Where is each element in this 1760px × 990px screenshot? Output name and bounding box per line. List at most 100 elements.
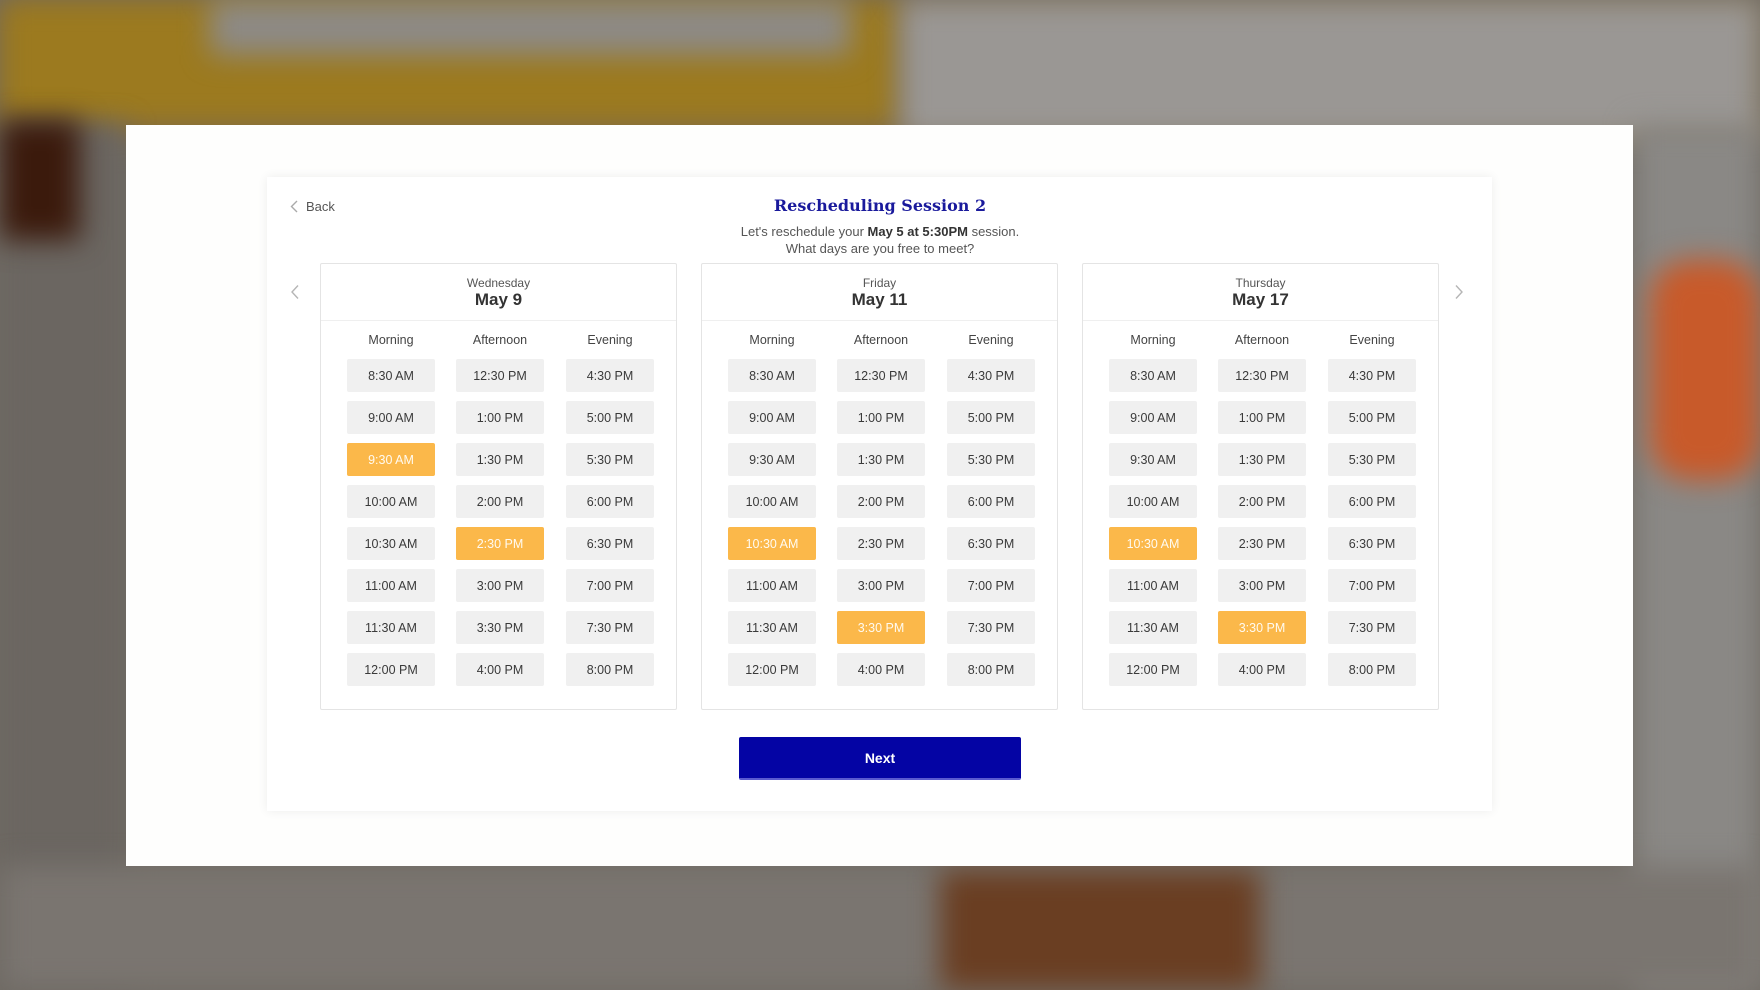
period-label-evening: Evening: [1349, 333, 1395, 347]
day-column: Thursday May 17 Morning Afternoon Evening 8:3…: [1082, 263, 1439, 710]
period-label-evening: Evening: [587, 333, 633, 347]
time-slot[interactable]: 12:00 PM: [1109, 653, 1197, 686]
time-slot[interactable]: 9:00 AM: [347, 401, 435, 434]
time-slot[interactable]: 2:00 PM: [1218, 485, 1306, 518]
time-slot[interactable]: 1:30 PM: [1218, 443, 1306, 476]
time-slot[interactable]: 12:30 PM: [837, 359, 925, 392]
time-slot[interactable]: 9:30 AM: [728, 443, 816, 476]
subtitle-prefix: Let's reschedule your: [740, 224, 868, 239]
time-slot[interactable]: 1:30 PM: [837, 443, 925, 476]
time-slot[interactable]: 9:30 AM: [1109, 443, 1197, 476]
subtitle-question: What days are you free to meet?: [785, 241, 975, 256]
time-slot[interactable]: 10:00 AM: [347, 485, 435, 518]
time-slot[interactable]: 3:00 PM: [456, 569, 544, 602]
date-label: May 17: [1232, 290, 1289, 309]
time-slot[interactable]: 10:00 AM: [1109, 485, 1197, 518]
time-slot-selected[interactable]: 3:30 PM: [1218, 611, 1306, 644]
time-slot[interactable]: 12:30 PM: [1218, 359, 1306, 392]
page-title: Rescheduling Session 2: [773, 196, 987, 215]
time-slot[interactable]: 5:30 PM: [1328, 443, 1416, 476]
time-slot[interactable]: 2:30 PM: [837, 527, 925, 560]
period-label-morning: Morning: [749, 333, 795, 347]
time-slot[interactable]: 6:00 PM: [1328, 485, 1416, 518]
day-column: Friday May 11 Morning Afternoon Evening 8:30 …: [701, 263, 1058, 710]
time-slot[interactable]: 7:30 PM: [1328, 611, 1416, 644]
time-slot[interactable]: 2:00 PM: [837, 485, 925, 518]
day-header: Friday May 11: [702, 264, 1057, 321]
time-slot[interactable]: 9:00 AM: [728, 401, 816, 434]
date-label: May 9: [474, 290, 523, 309]
date-label: May 11: [851, 290, 908, 309]
time-slot[interactable]: 11:00 AM: [1109, 569, 1197, 602]
time-slot[interactable]: 3:00 PM: [837, 569, 925, 602]
time-slot[interactable]: 11:30 AM: [347, 611, 435, 644]
time-slot[interactable]: 9:00 AM: [1109, 401, 1197, 434]
weekday-label: Thursday: [1235, 276, 1286, 290]
time-slot[interactable]: 2:30 PM: [1218, 527, 1306, 560]
time-slot-selected[interactable]: 2:30 PM: [456, 527, 544, 560]
time-slot[interactable]: 7:00 PM: [1328, 569, 1416, 602]
time-slot[interactable]: 5:00 PM: [947, 401, 1035, 434]
time-slot[interactable]: 7:00 PM: [947, 569, 1035, 602]
day-header: Thursday May 17: [1083, 264, 1438, 321]
next-button[interactable]: Next: [739, 737, 1021, 780]
time-slot[interactable]: 12:00 PM: [347, 653, 435, 686]
time-slot-selected[interactable]: 10:30 AM: [1109, 527, 1197, 560]
time-slot[interactable]: 1:30 PM: [456, 443, 544, 476]
time-slot[interactable]: 1:00 PM: [1218, 401, 1306, 434]
time-slot[interactable]: 11:00 AM: [347, 569, 435, 602]
period-headers: Morning Afternoon Evening: [321, 333, 676, 353]
period-label-morning: Morning: [1130, 333, 1176, 347]
time-slot[interactable]: 11:30 AM: [728, 611, 816, 644]
chevron-left-icon: [290, 285, 300, 304]
time-slot[interactable]: 8:30 AM: [347, 359, 435, 392]
time-slot[interactable]: 6:30 PM: [1328, 527, 1416, 560]
time-slot[interactable]: 5:00 PM: [566, 401, 654, 434]
time-slot[interactable]: 12:00 PM: [728, 653, 816, 686]
time-slot[interactable]: 6:30 PM: [566, 527, 654, 560]
period-headers: Morning Afternoon Evening: [1083, 333, 1438, 353]
time-slot[interactable]: 7:30 PM: [566, 611, 654, 644]
time-slot[interactable]: 4:30 PM: [1328, 359, 1416, 392]
subtitle-suffix: session.: [967, 224, 1020, 239]
time-slot[interactable]: 6:30 PM: [947, 527, 1035, 560]
time-slot[interactable]: 4:30 PM: [566, 359, 654, 392]
day-column: Wednesday May 9 Morning Afternoon Evening 8:3…: [320, 263, 677, 710]
period-label-evening: Evening: [968, 333, 1014, 347]
time-slot-selected[interactable]: 3:30 PM: [837, 611, 925, 644]
time-slot[interactable]: 4:00 PM: [456, 653, 544, 686]
time-slot[interactable]: 10:30 AM: [347, 527, 435, 560]
time-slot[interactable]: 12:30 PM: [456, 359, 544, 392]
time-slot[interactable]: 11:00 AM: [728, 569, 816, 602]
period-label-morning: Morning: [368, 333, 414, 347]
time-slot[interactable]: 3:00 PM: [1218, 569, 1306, 602]
time-slot[interactable]: 5:00 PM: [1328, 401, 1416, 434]
time-slot[interactable]: 4:30 PM: [947, 359, 1035, 392]
time-slot[interactable]: 8:30 AM: [1109, 359, 1197, 392]
time-slot[interactable]: 8:00 PM: [566, 653, 654, 686]
next-dates-button[interactable]: [1454, 284, 1464, 305]
time-slot[interactable]: 11:30 AM: [1109, 611, 1197, 644]
time-slot[interactable]: 7:00 PM: [566, 569, 654, 602]
time-slot[interactable]: 8:00 PM: [1328, 653, 1416, 686]
time-slot[interactable]: 2:00 PM: [456, 485, 544, 518]
time-slot[interactable]: 6:00 PM: [947, 485, 1035, 518]
time-slot[interactable]: 8:30 AM: [728, 359, 816, 392]
time-slot[interactable]: 1:00 PM: [837, 401, 925, 434]
time-slot[interactable]: 4:00 PM: [837, 653, 925, 686]
time-slot[interactable]: 1:00 PM: [456, 401, 544, 434]
time-slot[interactable]: 6:00 PM: [566, 485, 654, 518]
time-slot[interactable]: 4:00 PM: [1218, 653, 1306, 686]
original-session-time: May 5 at 5:30PM: [867, 224, 968, 239]
time-slot[interactable]: 5:30 PM: [947, 443, 1035, 476]
time-slot-selected[interactable]: 10:30 AM: [728, 527, 816, 560]
time-slot[interactable]: 5:30 PM: [566, 443, 654, 476]
time-slot[interactable]: 10:00 AM: [728, 485, 816, 518]
time-slot[interactable]: 8:00 PM: [947, 653, 1035, 686]
weekday-label: Friday: [862, 276, 897, 290]
previous-dates-button[interactable]: [290, 284, 300, 305]
time-slot-selected[interactable]: 9:30 AM: [347, 443, 435, 476]
time-slot[interactable]: 7:30 PM: [947, 611, 1035, 644]
time-slot[interactable]: 3:30 PM: [456, 611, 544, 644]
weekday-label: Wednesday: [466, 276, 531, 290]
